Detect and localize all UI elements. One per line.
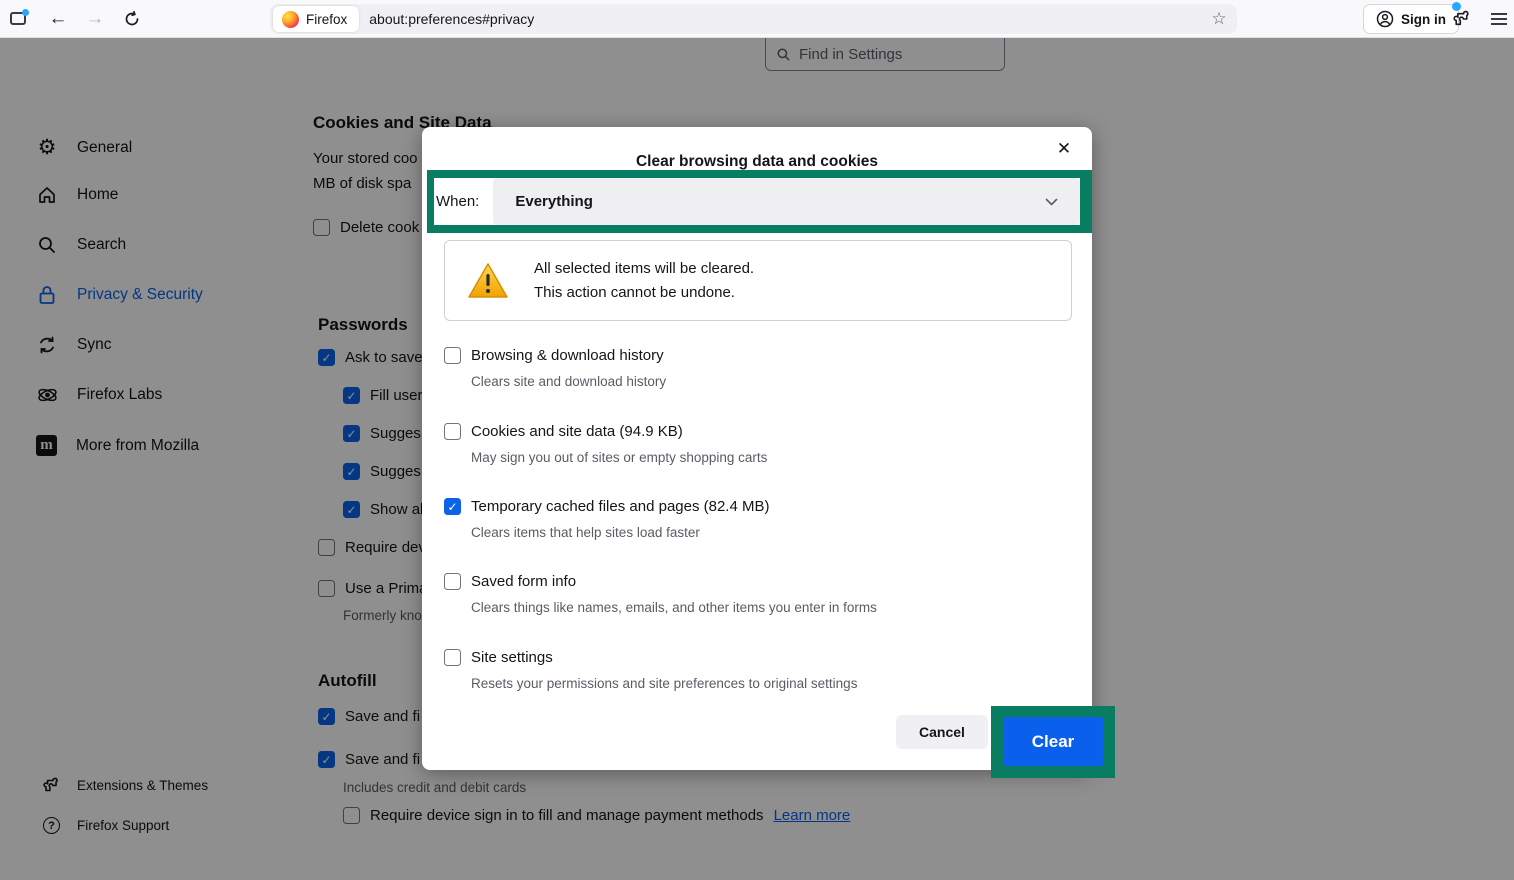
sign-in-button[interactable]: Sign in (1363, 4, 1459, 34)
back-icon[interactable]: ← (43, 4, 73, 34)
url-bar[interactable]: Firefox about:preferences#privacy (270, 4, 1237, 34)
hamburger-menu-icon[interactable] (1484, 4, 1514, 34)
close-icon[interactable]: ✕ (1050, 135, 1078, 163)
firefox-window: ⚙ General Home Search Privacy & Security (0, 0, 1514, 880)
bookmark-star-icon[interactable]: ☆ (1206, 6, 1232, 32)
checkbox-unchecked[interactable] (444, 423, 461, 440)
account-avatar-icon (1376, 10, 1394, 28)
checkbox-unchecked[interactable] (444, 649, 461, 666)
sign-in-label: Sign in (1401, 12, 1446, 27)
option-description: Clears site and download history (471, 374, 1064, 389)
dialog-title: Clear browsing data and cookies (422, 153, 1092, 171)
option-label: Temporary cached files and pages (82.4 M… (471, 498, 769, 515)
clear-data-dialog: Clear browsing data and cookies ✕ When: … (422, 127, 1092, 770)
chevron-down-icon (1045, 198, 1058, 206)
when-row-highlight-annotation: When: Everything (427, 170, 1092, 233)
option-label: Cookies and site data (94.9 KB) (471, 423, 683, 440)
tab-window-icon[interactable] (10, 9, 29, 26)
option-description: Clears things like names, emails, and ot… (471, 600, 1064, 615)
clear-option-site-settings: Site settings Resets your permissions an… (444, 649, 1064, 691)
browser-toolbar: ← → Firefox about:preferences#privacy ☆ … (0, 0, 1514, 38)
warning-icon (466, 261, 510, 301)
clear-button-highlight-annotation: Clear (991, 706, 1115, 778)
option-label: Saved form info (471, 573, 576, 590)
option-label: Site settings (471, 649, 553, 666)
cancel-button[interactable]: Cancel (896, 715, 988, 749)
when-label: When: (436, 193, 479, 210)
url-text: about:preferences#privacy (369, 11, 534, 27)
checkbox-checked[interactable]: ✓ (444, 498, 461, 515)
option-description: Clears items that help sites load faster (471, 525, 1064, 540)
option-description: Resets your permissions and site prefere… (471, 676, 1064, 691)
time-range-select[interactable]: Everything (493, 178, 1080, 225)
time-range-value: Everything (515, 193, 593, 210)
search-engine-label: Firefox (306, 12, 347, 27)
forward-icon: → (80, 4, 110, 34)
notification-dot (22, 9, 29, 16)
extensions-puzzle-icon[interactable] (1447, 4, 1477, 34)
clear-option-browsing-history: Browsing & download history Clears site … (444, 347, 1064, 389)
checkbox-unchecked[interactable] (444, 347, 461, 364)
clear-option-cookies: Cookies and site data (94.9 KB) May sign… (444, 423, 1064, 465)
search-engine-chip[interactable]: Firefox (273, 6, 359, 32)
clear-option-form-info: Saved form info Clears things like names… (444, 573, 1064, 615)
clear-button[interactable]: Clear (1003, 717, 1103, 766)
warning-message-box: All selected items will be cleared. This… (444, 240, 1072, 321)
checkbox-unchecked[interactable] (444, 573, 461, 590)
reload-icon[interactable] (117, 4, 147, 34)
firefox-logo-icon (282, 11, 299, 28)
option-label: Browsing & download history (471, 347, 664, 364)
option-description: May sign you out of sites or empty shopp… (471, 450, 1064, 465)
clear-option-cache: ✓ Temporary cached files and pages (82.4… (444, 498, 1064, 540)
warning-text: All selected items will be cleared. This… (534, 257, 754, 305)
